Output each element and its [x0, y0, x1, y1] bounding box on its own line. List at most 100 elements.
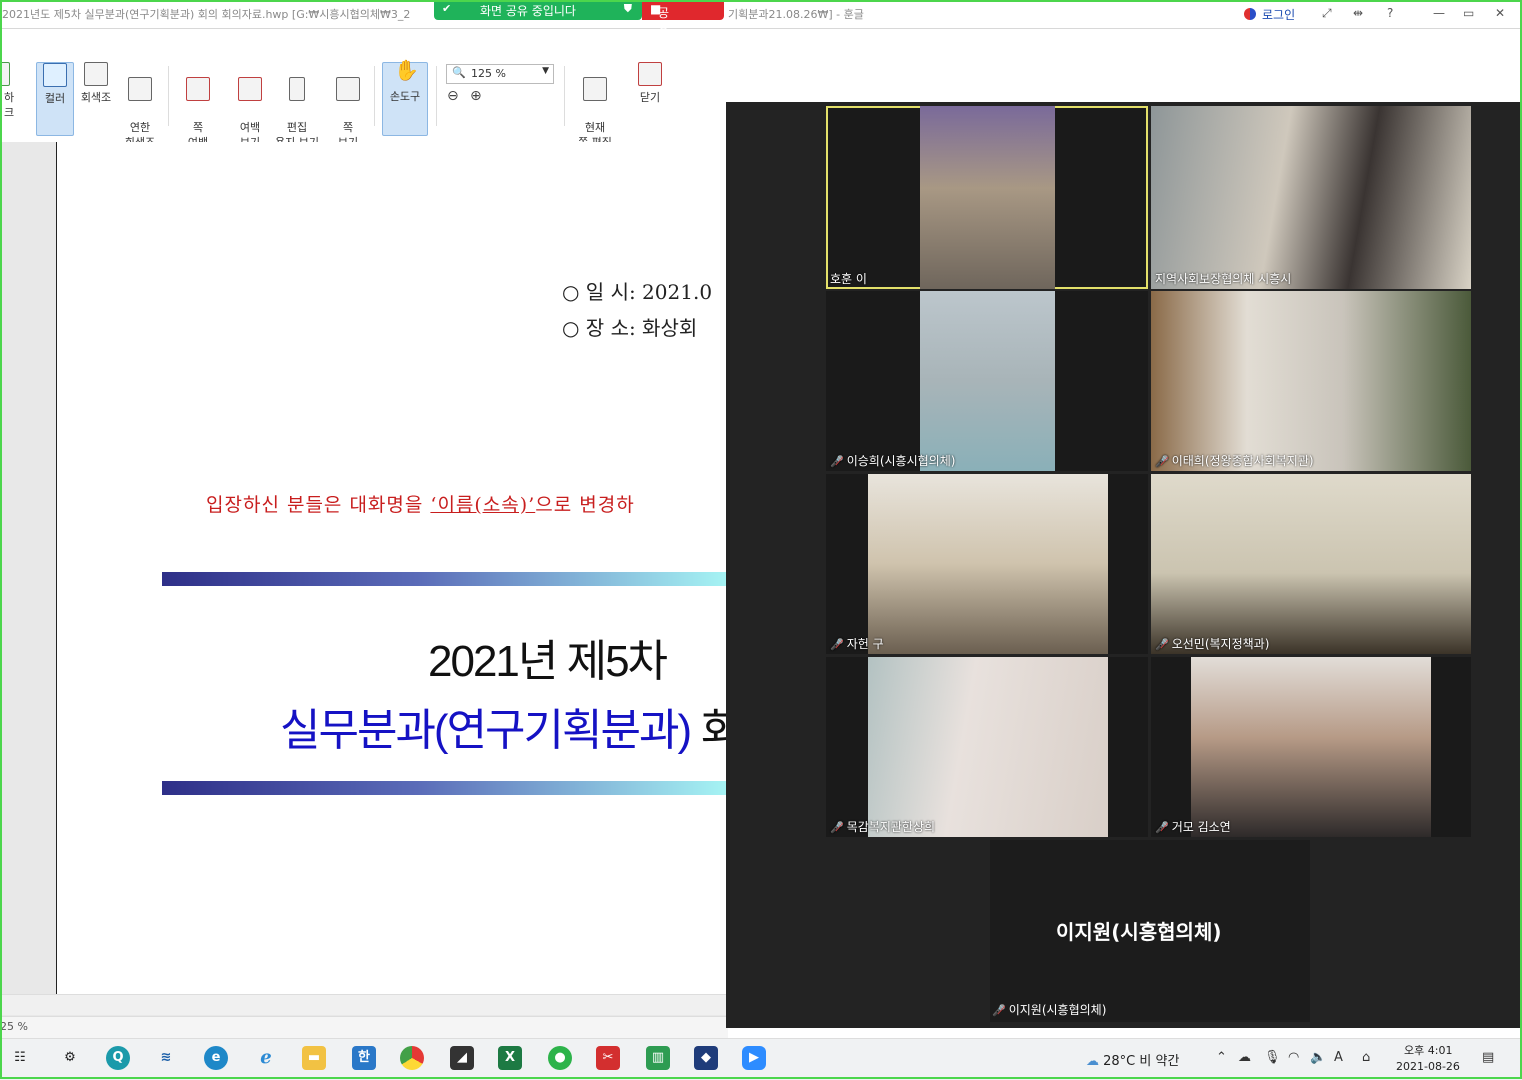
color-button[interactable]: 컬러 — [36, 62, 74, 136]
light-grayscale-button[interactable]: 연한 회색조 — [120, 62, 160, 149]
window-title-tail: 기획분과21.08.26₩] - 훈글 — [728, 8, 864, 21]
greenapp-icon[interactable]: ● — [548, 1046, 572, 1070]
color-icon — [43, 63, 67, 87]
share-icon: ✔ — [442, 2, 452, 15]
clock-time[interactable]: 오후 4:01 — [1404, 1042, 1452, 1058]
participant-name: 🎤̸ 자헌 구 — [830, 635, 884, 652]
participant-name: 호훈 이 — [830, 272, 867, 286]
participant-name-text: 이지원(시흥협의체) — [1008, 1003, 1107, 1017]
paint-icon[interactable]: ◆ — [694, 1046, 718, 1070]
magnifier-icon: 🔍 — [452, 66, 466, 79]
scanner-icon[interactable]: ≋ — [154, 1046, 178, 1070]
participant-tile[interactable]: 🎤̸ 오선민(복지정책과) — [1151, 474, 1471, 654]
rain-cloud-icon: ☁ — [1086, 1054, 1099, 1069]
participant-video — [1151, 474, 1471, 654]
chrome-icon[interactable] — [400, 1046, 424, 1070]
zoom-value: 125 % — [471, 67, 506, 80]
participant-tile[interactable]: 🎤̸ 거모 김소연 — [1151, 657, 1471, 837]
login-logo-icon — [1244, 8, 1256, 20]
explorer-icon[interactable]: ▬ — [302, 1046, 326, 1070]
muted-mic-icon: 🎤̸ — [830, 821, 844, 834]
microphone-icon[interactable]: 🎙 — [1264, 1050, 1281, 1065]
hand-tool-label: 손도구 — [389, 90, 421, 103]
participant-tile[interactable]: 지역사회보장협의체 시흥시 — [1151, 106, 1471, 289]
onedrive-icon[interactable]: ☁ — [1238, 1050, 1251, 1065]
chevron-up-icon[interactable]: ⌃ — [1216, 1050, 1227, 1065]
chart-app-icon[interactable]: ▥ — [646, 1046, 670, 1070]
grayscale-label: 회색조 — [80, 91, 112, 104]
toolbar-divider — [564, 66, 565, 126]
notice-prefix: 입장하신 분들은 대화명을 — [206, 494, 431, 516]
doc-icon — [0, 62, 10, 86]
fullscreen-icon[interactable]: ⤢ — [1322, 6, 1332, 21]
participant-name: 🎤̸ 이태희(정왕종합사회복지관) — [1155, 452, 1314, 469]
notification-icon[interactable]: ▤ — [1482, 1050, 1494, 1065]
edit-paper-icon — [289, 77, 305, 101]
grayscale-button[interactable]: 회색조 — [76, 62, 116, 134]
edit-paper-view-button[interactable]: 편집 용지 보기 — [272, 62, 322, 149]
page-view-button[interactable]: 쪽 보기 — [328, 62, 368, 149]
share-status-text: 화면 공유 중입니다 — [480, 4, 576, 18]
clock-date[interactable]: 2021-08-26 — [1396, 1060, 1460, 1073]
zoom-icon[interactable]: ▶ — [742, 1046, 766, 1070]
close-window-icon[interactable]: ✕ — [1495, 6, 1505, 20]
zoom-select[interactable]: 🔍 125 % ▼ — [446, 64, 554, 84]
network-icon[interactable]: ⌂ — [1362, 1050, 1370, 1065]
muted-mic-icon: 🎤̸ — [830, 455, 844, 468]
input-method-icon[interactable]: A — [1334, 1050, 1343, 1065]
participant-tile[interactable]: 호훈 이 — [826, 106, 1148, 289]
window-title: 2021년도 제5차 실무분과(연구기획분과) 회의 회의자료.hwp [G:₩… — [2, 8, 411, 21]
document-title-line1: 2021년 제5차 — [428, 637, 668, 686]
muted-mic-icon: 🎤̸ — [1155, 455, 1169, 468]
minimize-icon[interactable]: — — [1433, 6, 1445, 20]
ie-icon[interactable]: ℯ — [254, 1046, 278, 1070]
zoom-out-icon[interactable]: ⊖ — [447, 88, 459, 104]
settings-icon[interactable]: ⚙ — [58, 1046, 82, 1070]
title-top-rule — [162, 572, 728, 586]
participant-video — [868, 474, 1108, 654]
horizontal-scrollbar[interactable] — [0, 994, 728, 1015]
participant-tile[interactable]: 🎤̸ 이승희(시흥시협의체) — [826, 291, 1148, 471]
cut-label: 하크 — [3, 91, 15, 119]
hand-tool-button[interactable]: ✋ 손도구 — [382, 58, 428, 136]
zoom-in-icon[interactable]: ⊕ — [470, 88, 482, 104]
excel-icon[interactable]: X — [498, 1046, 522, 1070]
participant-tile[interactable]: 🎤̸ 자헌 구 — [826, 474, 1148, 654]
status-zoom: 25 % — [0, 1020, 28, 1033]
help-icon[interactable]: ? — [1387, 6, 1393, 20]
title-bottom-rule — [162, 781, 728, 795]
close-preview-button[interactable]: 닫기 — [630, 62, 670, 134]
margin-view-button[interactable]: 여백 보기 — [230, 62, 270, 149]
participant-name: 🎤̸ 이지원(시흥협의체) — [992, 1001, 1106, 1018]
stop-share-button[interactable]: ■ 공유 중지 — [642, 0, 724, 71]
edge-icon[interactable]: e — [204, 1046, 228, 1070]
toolbar-divider — [436, 66, 437, 126]
title-line2-blue: 실무분과(연구기획분과) — [280, 706, 701, 755]
hangul-icon[interactable]: 한 — [352, 1046, 376, 1070]
meeting-place-line: ○ 장 소: 화상회 — [562, 316, 698, 340]
participant-video — [868, 657, 1108, 837]
page-margin-button[interactable]: 쪽 여백 — [178, 62, 218, 149]
sticky-notes-icon[interactable]: ◢ — [450, 1046, 474, 1070]
split-view-icon[interactable]: ⇹ — [1353, 6, 1363, 20]
participant-video — [920, 106, 1055, 289]
participant-tile[interactable]: 🎤̸ 이태희(정왕종합사회복지관) — [1151, 291, 1471, 471]
start-icon[interactable]: ☷ — [8, 1046, 32, 1070]
status-bar — [0, 1016, 728, 1039]
muted-mic-icon: 🎤̸ — [830, 638, 844, 651]
screen-share-status-bar[interactable]: ✔ 화면 공유 중입니다 ⛊ — [434, 0, 642, 20]
search-app-icon[interactable]: Q — [106, 1046, 130, 1070]
weather-widget[interactable]: ☁ 28°C 비 약간 — [1086, 1050, 1179, 1069]
hand-icon: ✋ — [394, 58, 419, 82]
volume-icon[interactable]: 🔈 — [1310, 1050, 1326, 1065]
login-button[interactable]: 로그인 — [1262, 6, 1295, 23]
current-page-edit-button[interactable]: 현재 쪽 편집 — [570, 62, 620, 149]
wifi-icon[interactable]: ◠ — [1288, 1050, 1299, 1065]
cut-button[interactable]: 하크 — [0, 62, 18, 134]
muted-mic-icon: 🎤̸ — [992, 1004, 1006, 1017]
pdf-icon[interactable]: ✂ — [596, 1046, 620, 1070]
participant-name: 지역사회보장협의체 시흥시 — [1155, 272, 1292, 286]
participant-tile[interactable]: 🎤̸ 목감복지관한상희 — [826, 657, 1148, 837]
restore-icon[interactable]: ▭ — [1463, 6, 1474, 20]
participant-video — [920, 291, 1055, 471]
